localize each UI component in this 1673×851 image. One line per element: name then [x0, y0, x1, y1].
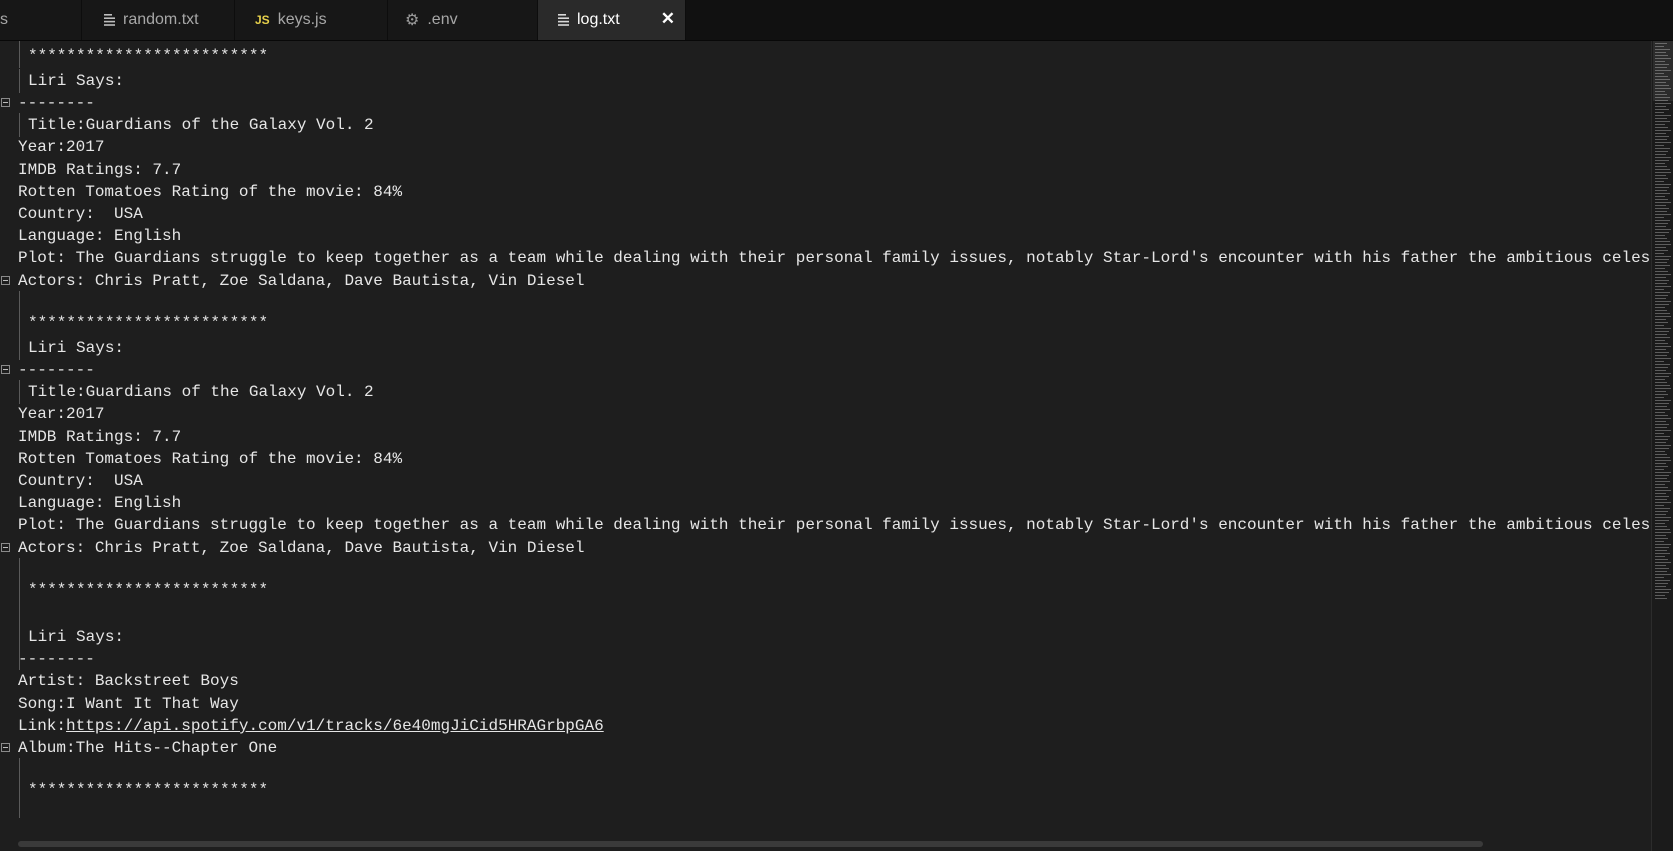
code-line: Year:2017 [18, 405, 105, 423]
code-line: ************************* [0, 778, 1651, 802]
tab-partial[interactable]: s [0, 0, 82, 40]
code-line: Actors: Chris Pratt, Zoe Saldana, Dave B… [0, 269, 1651, 293]
code-line: Plot: The Guardians struggle to keep tog… [18, 249, 1651, 267]
code-line: IMDB Ratings: 7.7 [18, 161, 182, 179]
code-line: Year:2017 [18, 138, 105, 156]
code-line: Rotten Tomatoes Rating of the movie: 84% [18, 450, 403, 468]
file-text-icon [104, 14, 115, 26]
code-line: Link:https://api.spotify.com/v1/tracks/6… [0, 714, 1651, 738]
horizontal-scrollbar-thumb[interactable] [18, 841, 1483, 847]
minimap-viewport[interactable] [1653, 41, 1673, 101]
code-line: Artist: Backstreet Boys [18, 672, 239, 690]
code-line: ************************* [0, 578, 1651, 602]
code-line: -------- [18, 650, 95, 668]
tab-keys-js[interactable]: JS keys.js [235, 0, 388, 40]
file-text-icon [558, 14, 569, 26]
close-icon[interactable]: ✕ [661, 9, 675, 29]
minimap-content [1655, 43, 1671, 599]
link-prefix: Link: [18, 717, 67, 735]
spotify-link[interactable]: https://api.spotify.com/v1/tracks/6e40mg… [66, 717, 604, 735]
code-line: Title:Guardians of the Galaxy Vol. 2 [0, 113, 1651, 137]
code-line: Song:I Want It That Way [18, 695, 239, 713]
code-line: ************************* [0, 311, 1651, 335]
code-line: Plot: The Guardians struggle to keep tog… [18, 516, 1651, 534]
code-line: Language: English [18, 227, 182, 245]
editor-window: s random.txt JS keys.js ⚙ .env log.txt ✕… [0, 0, 1673, 851]
code-line: Liri Says: [0, 69, 1651, 93]
fold-toggle-icon[interactable] [1, 276, 10, 285]
code-line: -------- [0, 91, 1651, 115]
code-line: Rotten Tomatoes Rating of the movie: 84% [18, 183, 403, 201]
code-line: ************************* [0, 44, 1651, 68]
tab-label: keys.js [277, 11, 327, 28]
code-line: Language: English [18, 494, 182, 512]
tab-bar: s random.txt JS keys.js ⚙ .env log.txt ✕ [0, 0, 1673, 41]
code-line: IMDB Ratings: 7.7 [18, 428, 182, 446]
tab-random-txt[interactable]: random.txt [82, 0, 235, 40]
text-editor[interactable]: ************************* Liri Says: ---… [0, 41, 1651, 851]
code-line: Country: USA [18, 205, 143, 223]
js-file-icon: JS [255, 13, 270, 27]
code-line: Liri Says: [0, 336, 1651, 360]
code-line: Title:Guardians of the Galaxy Vol. 2 [0, 380, 1651, 404]
tab-label: .env [427, 11, 458, 28]
code-line: -------- [0, 358, 1651, 382]
tab-label: log.txt [577, 11, 620, 28]
fold-toggle-icon[interactable] [1, 365, 10, 374]
code-line: Country: USA [18, 472, 143, 490]
code-line: Liri Says: [0, 625, 1651, 649]
tab-label: random.txt [123, 11, 199, 28]
gear-icon: ⚙ [405, 12, 420, 29]
tab-env[interactable]: ⚙ .env [388, 0, 538, 40]
fold-toggle-icon[interactable] [1, 543, 10, 552]
code-line: Actors: Chris Pratt, Zoe Saldana, Dave B… [0, 536, 1651, 560]
minimap[interactable] [1651, 41, 1673, 851]
fold-toggle-icon[interactable] [1, 743, 10, 752]
code-line: Album:The Hits--Chapter One [0, 736, 1651, 760]
tab-label: s [0, 11, 8, 28]
fold-toggle-icon[interactable] [1, 98, 10, 107]
tab-log-txt[interactable]: log.txt ✕ [538, 0, 686, 40]
